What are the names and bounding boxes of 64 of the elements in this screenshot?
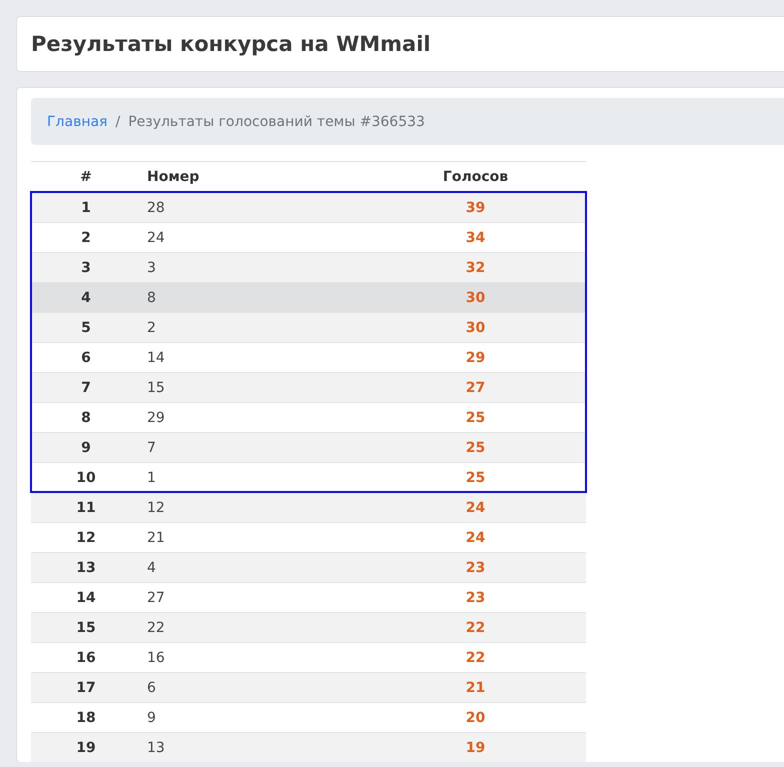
votes-cell-text: 34 (464, 230, 486, 246)
number-cell-text: 6 (146, 680, 157, 696)
number-cell-text: 13 (146, 740, 166, 756)
number-cell-text: 4 (146, 560, 157, 576)
number-cell-text: 16 (146, 650, 166, 666)
number-cell-text: 14 (146, 350, 166, 366)
votes-cell-text: 25 (464, 440, 486, 456)
rank-cell-text: 14 (75, 590, 97, 606)
rank-cell-text: 16 (75, 650, 97, 666)
number-cell-text: 3 (146, 260, 157, 276)
column-header: Номер (146, 169, 200, 185)
votes-cell-text: 39 (464, 200, 486, 216)
number-cell-text: 15 (146, 380, 166, 396)
rank-cell-text: 1 (80, 200, 92, 216)
votes-cell-text: 30 (464, 290, 486, 306)
votes-cell-text: 22 (464, 650, 486, 666)
votes-cell-text: 25 (464, 410, 486, 426)
votes-cell-text: 20 (464, 710, 486, 726)
rank-cell-text: 10 (75, 470, 97, 486)
number-cell-text: 29 (146, 410, 166, 426)
number-cell-text: 7 (146, 440, 157, 456)
number-cell-text: 24 (146, 230, 166, 246)
votes-cell-text: 24 (464, 530, 486, 546)
votes-cell-text: 30 (464, 320, 486, 336)
votes-cell-text: 25 (464, 470, 486, 486)
column-header: Голосов (442, 169, 510, 185)
breadcrumb-separator: / (115, 114, 120, 130)
rank-cell-text: 18 (75, 710, 97, 726)
number-cell-text: 9 (146, 710, 157, 726)
number-cell-text: 21 (146, 530, 166, 546)
number-cell-text: 27 (146, 590, 166, 606)
votes-cell-text: 23 (464, 590, 486, 606)
votes-cell-text: 29 (464, 350, 486, 366)
rank-cell-text: 4 (80, 290, 92, 306)
votes-cell-text: 24 (464, 500, 486, 516)
votes-cell-text: 23 (464, 560, 486, 576)
rank-cell-text: 11 (75, 500, 97, 516)
votes-cell-text: 27 (464, 380, 486, 396)
number-cell-text: 22 (146, 620, 166, 636)
breadcrumb-current: Результаты голосований темы #366533 (128, 114, 425, 130)
number-cell-text: 12 (146, 500, 166, 516)
votes-cell-text: 32 (464, 260, 486, 276)
number-cell-text: 28 (146, 200, 166, 216)
breadcrumb-link[interactable]: Главная (47, 114, 108, 130)
votes-cell-text: 19 (464, 740, 486, 756)
rank-cell-text: 13 (75, 560, 97, 576)
number-cell-text: 8 (146, 290, 157, 306)
rank-cell-text: 7 (80, 380, 92, 396)
rank-cell-text: 12 (75, 530, 97, 546)
column-header: # (79, 169, 93, 185)
number-cell-text: 1 (146, 470, 157, 486)
votes-cell-text: 22 (464, 620, 486, 636)
votes-cell-text: 21 (464, 680, 486, 696)
number-cell-text: 2 (146, 320, 157, 336)
rank-cell-text: 17 (75, 680, 97, 696)
rank-cell-text: 19 (75, 740, 97, 756)
page-title: Результаты конкурса на WMmail (31, 32, 431, 56)
rank-cell-text: 8 (80, 410, 92, 426)
rank-cell-text: 15 (75, 620, 97, 636)
rank-cell-text: 6 (80, 350, 92, 366)
rank-cell-text: 5 (80, 320, 92, 336)
rank-cell-text: 3 (80, 260, 92, 276)
rank-cell-text: 2 (80, 230, 92, 246)
rank-cell-text: 9 (80, 440, 92, 456)
